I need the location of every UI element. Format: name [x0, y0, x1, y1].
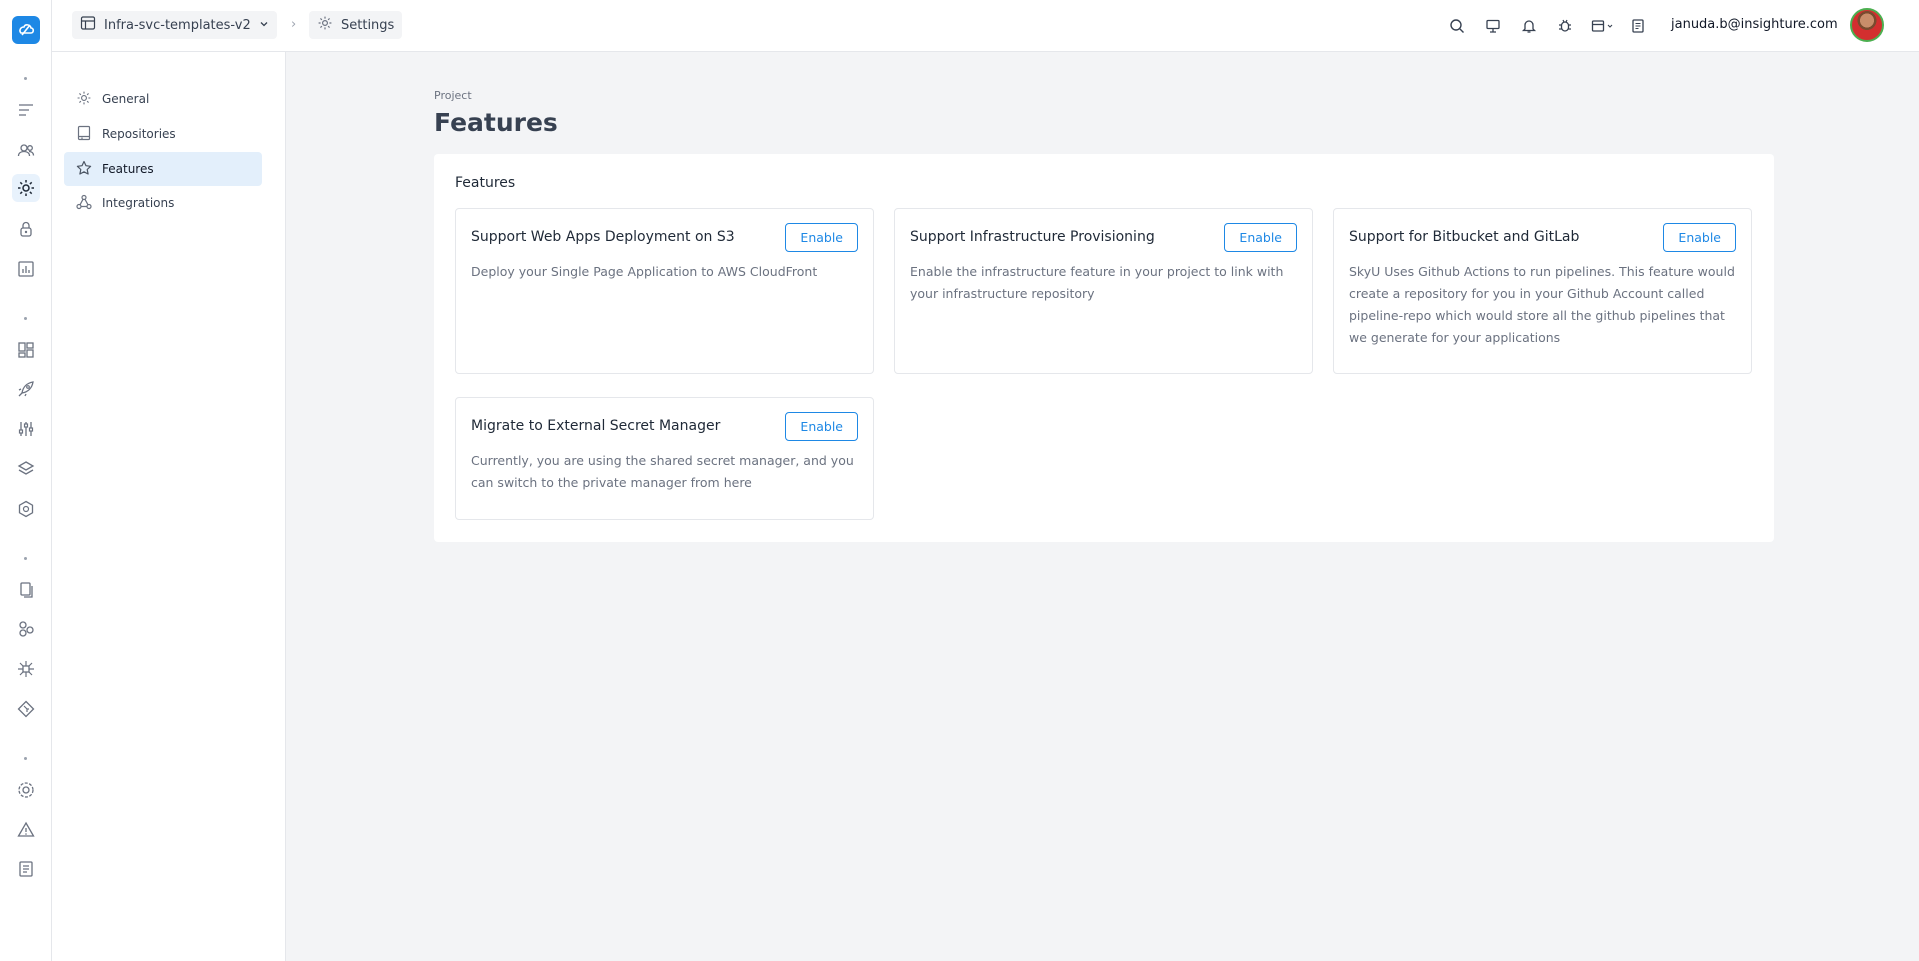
settings-sidebar: General Repositories Features Integratio… — [52, 52, 286, 961]
dashboard-icon[interactable] — [12, 336, 40, 364]
rail-group-dot — [24, 317, 27, 320]
sidebar-item-label: Features — [102, 162, 154, 176]
feature-title: Migrate to External Secret Manager — [471, 418, 721, 434]
feature-description: SkyU Uses Github Actions to run pipeline… — [1349, 264, 1735, 345]
sidebar-item-repositories[interactable]: Repositories — [64, 117, 262, 151]
page-eyebrow: Project — [434, 89, 472, 102]
repository-icon — [76, 125, 92, 144]
gear-icon — [76, 90, 92, 109]
feature-card-bitbucket: Support for Bitbucket and GitLab Enable … — [1333, 208, 1752, 374]
integrations-icon — [76, 194, 92, 213]
feature-title: Support for Bitbucket and GitLab — [1349, 229, 1580, 245]
rail-group-dot — [24, 77, 27, 80]
feature-card-infra: Support Infrastructure Provisioning Enab… — [894, 208, 1313, 374]
lock-icon[interactable] — [12, 215, 40, 243]
enable-button[interactable]: Enable — [1663, 223, 1736, 252]
sidebar-item-integrations[interactable]: Integrations — [64, 186, 262, 220]
sidebar-item-label: Integrations — [102, 196, 175, 210]
feature-description: Currently, you are using the shared secr… — [471, 453, 854, 490]
feature-card-s3: Support Web Apps Deployment on S3 Enable… — [455, 208, 874, 374]
documents-icon[interactable] — [12, 576, 40, 604]
feature-title: Support Web Apps Deployment on S3 — [471, 229, 735, 245]
enable-button[interactable]: Enable — [785, 223, 858, 252]
panel-title: Features — [455, 175, 516, 191]
rail-group-dot — [24, 757, 27, 760]
breadcrumb-separator: › — [291, 17, 297, 32]
analytics-icon[interactable] — [12, 255, 40, 283]
sliders-icon[interactable] — [12, 415, 40, 443]
project-name: Infra-svc-templates-v2 — [104, 17, 251, 33]
feature-title: Support Infrastructure Provisioning — [910, 229, 1155, 245]
sidebar-item-label: Repositories — [102, 127, 176, 141]
feature-card-secret-manager: Migrate to External Secret Manager Enabl… — [455, 397, 874, 520]
sidebar-item-general[interactable]: General — [64, 82, 262, 116]
calendar-dropdown-icon[interactable] — [1588, 15, 1620, 37]
shapes-icon[interactable] — [12, 615, 40, 643]
app-logo[interactable] — [12, 16, 40, 44]
menu-lines-icon[interactable] — [12, 96, 40, 124]
user-email[interactable]: januda.b@insighture.com — [1671, 17, 1838, 32]
project-selector[interactable]: Infra-svc-templates-v2 — [72, 11, 277, 39]
gear-icon — [317, 15, 333, 35]
helm-icon[interactable] — [12, 495, 40, 523]
feature-description: Enable the infrastructure feature in you… — [910, 264, 1284, 301]
sidebar-item-label: General — [102, 92, 150, 106]
avatar[interactable] — [1850, 8, 1884, 42]
top-bar: Infra-svc-templates-v2 › Settings januda… — [52, 0, 1919, 52]
bell-icon[interactable] — [1518, 15, 1540, 37]
feature-description: Deploy your Single Page Application to A… — [471, 264, 818, 279]
features-panel: Features Support Web Apps Deployment on … — [434, 154, 1774, 542]
search-icon[interactable] — [1446, 15, 1468, 37]
chevron-down-icon — [259, 18, 269, 33]
document-icon[interactable] — [1627, 15, 1649, 37]
app-rail — [0, 0, 52, 961]
git-icon[interactable] — [12, 695, 40, 723]
star-icon — [76, 160, 92, 179]
target-settings-icon[interactable] — [12, 776, 40, 804]
enable-button[interactable]: Enable — [1224, 223, 1297, 252]
rocket-icon[interactable] — [12, 375, 40, 403]
sidebar-item-features[interactable]: Features — [64, 152, 262, 186]
main-content: Project Features Features Support Web Ap… — [286, 52, 1919, 961]
settings-breadcrumb[interactable]: Settings — [309, 11, 403, 39]
rail-group-dot — [24, 557, 27, 560]
team-icon[interactable] — [12, 136, 40, 164]
bug-icon[interactable] — [1554, 15, 1576, 37]
warning-icon[interactable] — [12, 816, 40, 844]
settings-label: Settings — [341, 17, 395, 33]
settings-gear-icon[interactable] — [12, 174, 40, 202]
network-icon[interactable] — [12, 655, 40, 683]
page-title: Features — [434, 108, 558, 137]
notes-icon[interactable] — [12, 855, 40, 883]
project-icon — [80, 15, 96, 35]
enable-button[interactable]: Enable — [785, 412, 858, 441]
monitor-icon[interactable] — [1482, 15, 1504, 37]
layers-icon[interactable] — [12, 455, 40, 483]
